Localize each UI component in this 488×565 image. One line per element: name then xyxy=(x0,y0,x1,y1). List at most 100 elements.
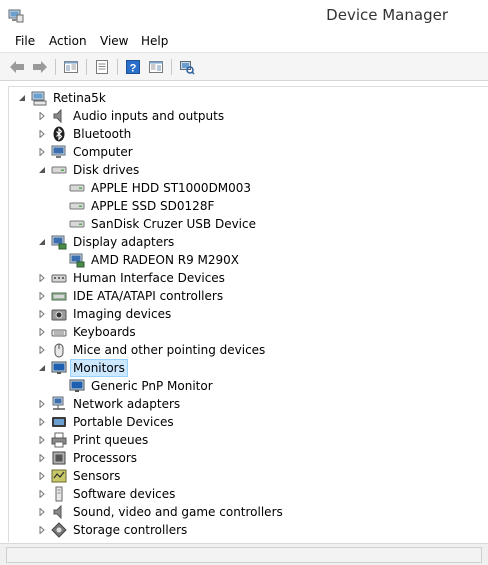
portable-device-icon xyxy=(51,414,67,430)
tree-item-label: Audio inputs and outputs xyxy=(73,109,225,123)
tree-item-sound-controllers[interactable]: Sound, video and game controllers xyxy=(37,503,285,521)
expand-arrow-icon[interactable] xyxy=(37,305,47,323)
tree-item-label: Disk drives xyxy=(73,163,140,177)
tree-device-sandisk[interactable]: SanDisk Cruzer USB Device xyxy=(69,215,258,233)
back-icon[interactable] xyxy=(6,57,28,77)
expand-arrow-icon[interactable] xyxy=(37,107,47,125)
device-tree: Retina5k Audio inputs and outputs Blueto… xyxy=(8,86,488,542)
tree-item-computer[interactable]: Computer xyxy=(37,143,135,161)
expand-arrow-icon[interactable] xyxy=(37,521,47,539)
collapse-arrow-icon[interactable] xyxy=(37,359,47,377)
tree-item-bluetooth[interactable]: Bluetooth xyxy=(37,125,133,143)
toolbar-separator xyxy=(117,59,118,75)
tree-item-print-queues[interactable]: Print queues xyxy=(37,431,150,449)
tree-item-label: Monitors xyxy=(70,359,128,377)
forward-icon[interactable] xyxy=(29,57,51,77)
toolbar: ? xyxy=(0,52,488,81)
network-adapter-icon xyxy=(51,396,67,412)
disk-drive-icon xyxy=(51,162,67,178)
console-tree-icon[interactable] xyxy=(60,57,82,77)
display-adapter-icon xyxy=(51,234,67,250)
tree-device-label: Generic PnP Monitor xyxy=(91,379,213,393)
tree-item-label: Processors xyxy=(73,451,138,465)
tree-item-hid[interactable]: Human Interface Devices xyxy=(37,269,227,287)
window-title: Device Manager xyxy=(326,6,448,24)
expand-arrow-icon[interactable] xyxy=(37,287,47,305)
monitor-icon xyxy=(51,360,67,376)
ide-controller-icon xyxy=(51,288,67,304)
tree-item-mice[interactable]: Mice and other pointing devices xyxy=(37,341,267,359)
tree-item-label: Bluetooth xyxy=(73,127,132,141)
sound-controller-icon xyxy=(51,504,67,520)
expand-arrow-icon[interactable] xyxy=(37,143,47,161)
menu-view[interactable]: View xyxy=(98,34,130,48)
expand-arrow-icon[interactable] xyxy=(37,341,47,359)
expand-arrow-icon[interactable] xyxy=(37,449,47,467)
tree-item-label: IDE ATA/ATAPI controllers xyxy=(73,289,224,303)
tree-item-audio-inputs[interactable]: Audio inputs and outputs xyxy=(37,107,226,125)
tree-item-ide-controllers[interactable]: IDE ATA/ATAPI controllers xyxy=(37,287,225,305)
collapse-arrow-icon[interactable] xyxy=(37,233,47,251)
tree-item-label: Portable Devices xyxy=(73,415,174,429)
disk-drive-icon xyxy=(69,216,85,232)
tree-item-portable-devices[interactable]: Portable Devices xyxy=(37,413,176,431)
expand-arrow-icon[interactable] xyxy=(37,503,47,521)
tree-device-label: APPLE SSD SD0128F xyxy=(91,199,215,213)
bluetooth-icon xyxy=(51,126,67,142)
toolbar-separator xyxy=(86,59,87,75)
tree-item-processors[interactable]: Processors xyxy=(37,449,139,467)
tree-device-label: APPLE HDD ST1000DM003 xyxy=(91,181,252,195)
tree-device-apple-hdd[interactable]: APPLE HDD ST1000DM003 xyxy=(69,179,253,197)
tree-item-label: Sensors xyxy=(73,469,121,483)
tree-item-label: Print queues xyxy=(73,433,149,447)
tree-item-label: Display adapters xyxy=(73,235,175,249)
expand-arrow-icon[interactable] xyxy=(37,413,47,431)
tree-item-label: Computer xyxy=(73,145,133,159)
tree-item-label: Network adapters xyxy=(73,397,181,411)
tree-item-sensors[interactable]: Sensors xyxy=(37,467,122,485)
tree-item-monitors[interactable]: Monitors xyxy=(37,359,128,377)
expand-arrow-icon[interactable] xyxy=(37,485,47,503)
tree-device-apple-ssd[interactable]: APPLE SSD SD0128F xyxy=(69,197,216,215)
sensor-icon xyxy=(51,468,67,484)
menu-file[interactable]: File xyxy=(13,34,37,48)
tree-item-label: Storage controllers xyxy=(73,523,188,537)
expand-arrow-icon[interactable] xyxy=(37,467,47,485)
properties-icon[interactable] xyxy=(91,57,113,77)
tree-item-display-adapters[interactable]: Display adapters xyxy=(37,233,176,251)
keyboard-icon xyxy=(51,324,67,340)
tree-item-keyboards[interactable]: Keyboards xyxy=(37,323,138,341)
hid-icon xyxy=(51,270,67,286)
expand-arrow-icon[interactable] xyxy=(37,269,47,287)
tree-root[interactable]: Retina5k xyxy=(17,89,108,107)
disk-drive-icon xyxy=(69,198,85,214)
tree-item-disk-drives[interactable]: Disk drives xyxy=(37,161,141,179)
tree-item-software-devices[interactable]: Software devices xyxy=(37,485,177,503)
expand-arrow-icon[interactable] xyxy=(37,395,47,413)
display-adapter-icon xyxy=(69,252,85,268)
tree-item-label: Imaging devices xyxy=(73,307,172,321)
collapse-arrow-icon[interactable] xyxy=(37,161,47,179)
menu-help[interactable]: Help xyxy=(139,34,170,48)
expand-arrow-icon[interactable] xyxy=(37,125,47,143)
expand-arrow-icon[interactable] xyxy=(37,431,47,449)
scan-hardware-icon[interactable] xyxy=(176,57,198,77)
tree-item-label: Keyboards xyxy=(73,325,136,339)
tree-item-imaging-devices[interactable]: Imaging devices xyxy=(37,305,173,323)
status-pane xyxy=(6,547,482,563)
expand-arrow-icon[interactable] xyxy=(37,323,47,341)
computer-icon xyxy=(51,144,67,160)
printer-icon xyxy=(51,432,67,448)
software-device-icon xyxy=(51,486,67,502)
toolbar-separator xyxy=(55,59,56,75)
menu-action[interactable]: Action xyxy=(47,34,89,48)
tree-device-amd-radeon[interactable]: AMD RADEON R9 M290X xyxy=(69,251,241,269)
collapse-arrow-icon[interactable] xyxy=(17,89,27,107)
show-hide-icon[interactable] xyxy=(145,57,167,77)
help-icon[interactable]: ? xyxy=(122,57,144,77)
device-manager-app-icon[interactable] xyxy=(8,7,24,23)
tree-device-generic-pnp-monitor[interactable]: Generic PnP Monitor xyxy=(69,377,215,395)
tree-item-storage-controllers[interactable]: Storage controllers xyxy=(37,521,189,539)
computer-icon xyxy=(31,90,47,106)
tree-item-network-adapters[interactable]: Network adapters xyxy=(37,395,182,413)
